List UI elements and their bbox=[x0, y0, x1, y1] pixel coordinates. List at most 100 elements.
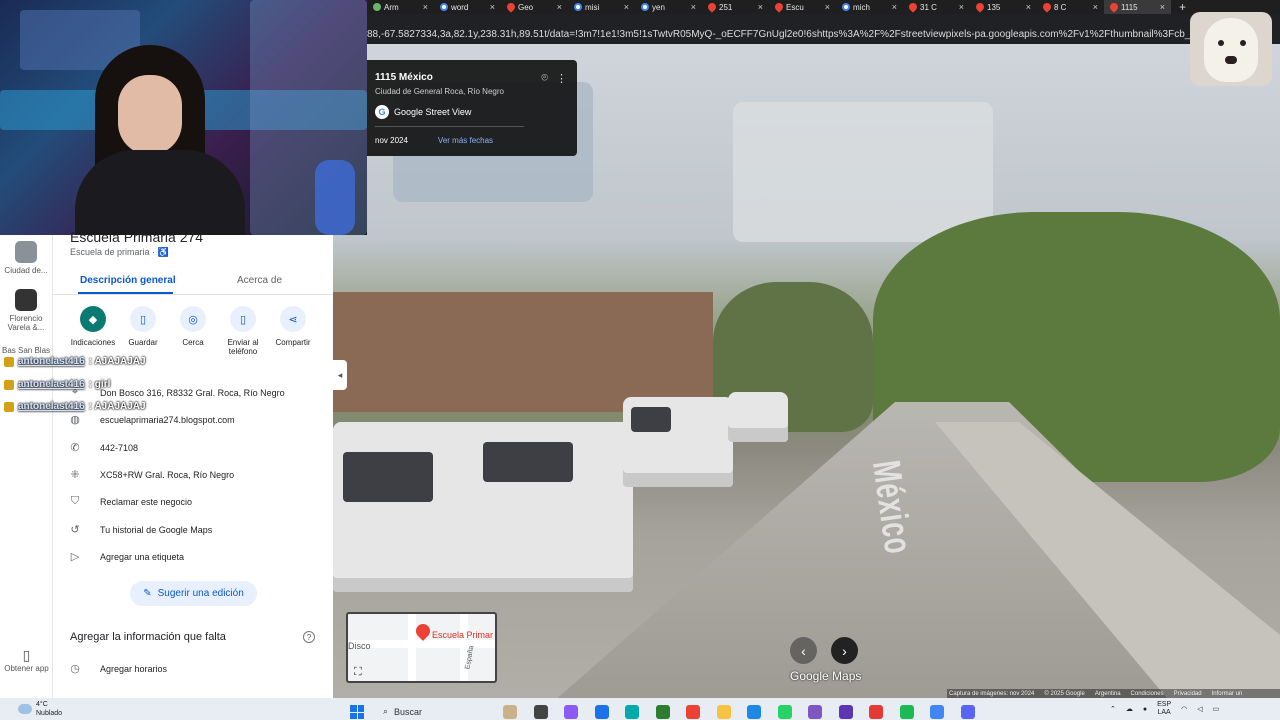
terminal-icon[interactable] bbox=[533, 705, 548, 719]
close-tab-icon[interactable]: × bbox=[624, 2, 629, 12]
divider bbox=[375, 126, 524, 127]
maps-sidebar: Ciudad de... Florencio Varela &... Bas S… bbox=[0, 235, 53, 698]
recent-place-1[interactable]: Ciudad de... bbox=[0, 241, 52, 275]
chrome-icon[interactable] bbox=[930, 705, 944, 719]
add-hours-row[interactable]: ◷ Agregar horarios bbox=[68, 662, 328, 675]
close-tab-icon[interactable]: × bbox=[1093, 2, 1098, 12]
google-icon bbox=[574, 3, 582, 11]
cloud-icon bbox=[18, 704, 32, 714]
street-view-location-card: 1115 México Ciudad de General Roca, Río … bbox=[367, 60, 577, 156]
spotify-icon[interactable] bbox=[899, 705, 914, 719]
share-button[interactable]: ⋖ Compartir bbox=[265, 306, 321, 347]
clock-icon: ◷ bbox=[70, 663, 80, 675]
speaker-icon[interactable]: ◁ bbox=[1197, 705, 1202, 713]
browser-tab[interactable]: Escu × bbox=[769, 0, 836, 14]
recent-place-2[interactable]: Florencio Varela &... bbox=[0, 289, 52, 332]
close-tab-icon[interactable]: × bbox=[825, 2, 830, 12]
browser-tab[interactable]: Arm × bbox=[367, 0, 434, 14]
xbox-icon[interactable] bbox=[655, 705, 670, 719]
close-tab-icon[interactable]: × bbox=[490, 2, 495, 12]
tab-overview[interactable]: Descripción general bbox=[80, 275, 176, 286]
help-icon[interactable]: ? bbox=[303, 631, 315, 643]
close-tab-icon[interactable]: × bbox=[557, 2, 562, 12]
nearby-button[interactable]: ◎ Cerca bbox=[165, 306, 221, 347]
mic-icon[interactable]: ● bbox=[1143, 706, 1147, 713]
file-explorer-icon[interactable] bbox=[503, 705, 517, 719]
chat-message: antonelast416 : girl bbox=[4, 379, 110, 390]
browser-tab[interactable]: 251 × bbox=[702, 0, 769, 14]
browser-tab[interactable]: 8 C × bbox=[1037, 0, 1104, 14]
suggest-edit-button[interactable]: ✎ Sugerir una edición bbox=[130, 581, 257, 606]
google-icon: G bbox=[375, 105, 389, 119]
browser-tab[interactable]: 135 × bbox=[970, 0, 1037, 14]
save-button[interactable]: ▯ Guardar bbox=[115, 306, 171, 347]
app-icon[interactable] bbox=[808, 705, 822, 719]
more-dates-link[interactable]: Ver más fechas bbox=[438, 136, 493, 145]
attribution-item[interactable]: Condiciones bbox=[1131, 691, 1164, 697]
place-type: Escuela de primaria · ♿ bbox=[70, 247, 169, 257]
close-tab-icon[interactable]: × bbox=[691, 2, 696, 12]
wifi-icon[interactable]: ◠ bbox=[1181, 705, 1187, 713]
chrome-icon[interactable] bbox=[747, 705, 761, 719]
send-to-phone-button[interactable]: ▯ Enviar al teléfono bbox=[215, 306, 271, 356]
edge-icon[interactable] bbox=[625, 705, 639, 719]
directions-button[interactable]: ◆ Indicaciones bbox=[65, 306, 121, 347]
new-tab-icon[interactable]: + bbox=[1171, 0, 1194, 14]
close-tab-icon[interactable]: × bbox=[1026, 2, 1031, 12]
browser-tab[interactable]: misi × bbox=[568, 0, 635, 14]
plus-code-row[interactable]: ⁜ XC58+RW Gral. Roca, Río Negro bbox=[68, 468, 328, 481]
whatsapp-icon[interactable] bbox=[777, 705, 792, 719]
google-icon bbox=[440, 3, 448, 11]
app-icon[interactable] bbox=[564, 705, 578, 719]
maps-pin-icon bbox=[505, 1, 517, 13]
attribution-item[interactable]: Privacidad bbox=[1174, 691, 1202, 697]
store-icon[interactable] bbox=[594, 705, 609, 719]
battery-icon[interactable]: ▭ bbox=[1213, 705, 1220, 713]
browser-tab[interactable]: mich × bbox=[836, 0, 903, 14]
collapse-panel-button[interactable]: ◂ bbox=[333, 360, 347, 390]
close-tab-icon[interactable]: × bbox=[423, 2, 428, 12]
screen: México Arm × word × Geo × misi × yen × 251 × Escu × mi… bbox=[0, 0, 1280, 720]
weather-widget[interactable]: 4°C Nublado bbox=[18, 700, 62, 718]
windows-start-icon[interactable] bbox=[350, 705, 364, 719]
source-label: Google Street View bbox=[394, 107, 472, 117]
more-vert-icon[interactable]: ⋮ bbox=[556, 72, 567, 85]
close-tab-icon[interactable]: × bbox=[758, 2, 763, 12]
app-icon[interactable] bbox=[838, 705, 853, 719]
app-icon[interactable] bbox=[686, 705, 700, 719]
taskbar-search[interactable]: ⌕ Buscar bbox=[378, 703, 488, 720]
badge-icon bbox=[4, 401, 14, 412]
discord-icon[interactable] bbox=[960, 705, 975, 719]
next-arrow-button[interactable]: › bbox=[831, 637, 858, 664]
chevron-up-icon[interactable]: ⌃ bbox=[1110, 705, 1116, 713]
website-row[interactable]: ◍ escuelaprimaria274.blogspot.com bbox=[68, 413, 328, 426]
missing-info-heading: Agregar la información que falta bbox=[70, 631, 226, 643]
folder-icon[interactable] bbox=[716, 705, 731, 719]
expand-icon[interactable]: ⛶ bbox=[354, 666, 362, 679]
tab-about[interactable]: Acerca de bbox=[237, 275, 282, 286]
minimap[interactable]: Disco Escuela Primar España ⛶ bbox=[346, 612, 497, 683]
attribution-item[interactable]: Informar un bbox=[1212, 691, 1243, 697]
recent-place-3[interactable]: Bas San Blas bbox=[0, 346, 52, 355]
add-label-row[interactable]: ▷ Agregar una etiqueta bbox=[68, 550, 328, 563]
app-icon[interactable] bbox=[869, 705, 883, 719]
close-tab-icon[interactable]: × bbox=[959, 2, 964, 12]
place-name: Escuela Primaria 274 bbox=[70, 229, 204, 245]
close-tab-icon[interactable]: × bbox=[1160, 2, 1165, 12]
browser-tab[interactable]: word × bbox=[434, 0, 501, 14]
browser-tab[interactable]: yen × bbox=[635, 0, 702, 14]
claim-business-row[interactable]: ⛉ Reclamar este negocio bbox=[68, 495, 328, 508]
address-bar[interactable]: 88,-67.5827334,3a,82.1y,238.31h,89.51t/d… bbox=[367, 24, 1207, 44]
browser-tab[interactable]: 1115 × bbox=[1104, 0, 1171, 14]
close-tab-icon[interactable]: × bbox=[892, 2, 897, 12]
phone-row[interactable]: ✆ 442-7108 bbox=[68, 441, 328, 454]
maps-history-row[interactable]: ↺ Tu historial de Google Maps bbox=[68, 523, 328, 536]
browser-tab[interactable]: 31 C × bbox=[903, 0, 970, 14]
get-app-button[interactable]: ▯ Obtener app bbox=[0, 647, 53, 673]
browser-tab-bar: Arm × word × Geo × misi × yen × 251 × Escu × mich × 31 C… bbox=[367, 0, 1280, 14]
previous-arrow-button[interactable]: ‹ bbox=[790, 637, 817, 664]
pin-icon[interactable]: ⌾ bbox=[541, 72, 548, 85]
maps-pin-icon bbox=[773, 1, 785, 13]
browser-tab[interactable]: Geo × bbox=[501, 0, 568, 14]
cloud-icon[interactable]: ☁ bbox=[1126, 705, 1133, 713]
